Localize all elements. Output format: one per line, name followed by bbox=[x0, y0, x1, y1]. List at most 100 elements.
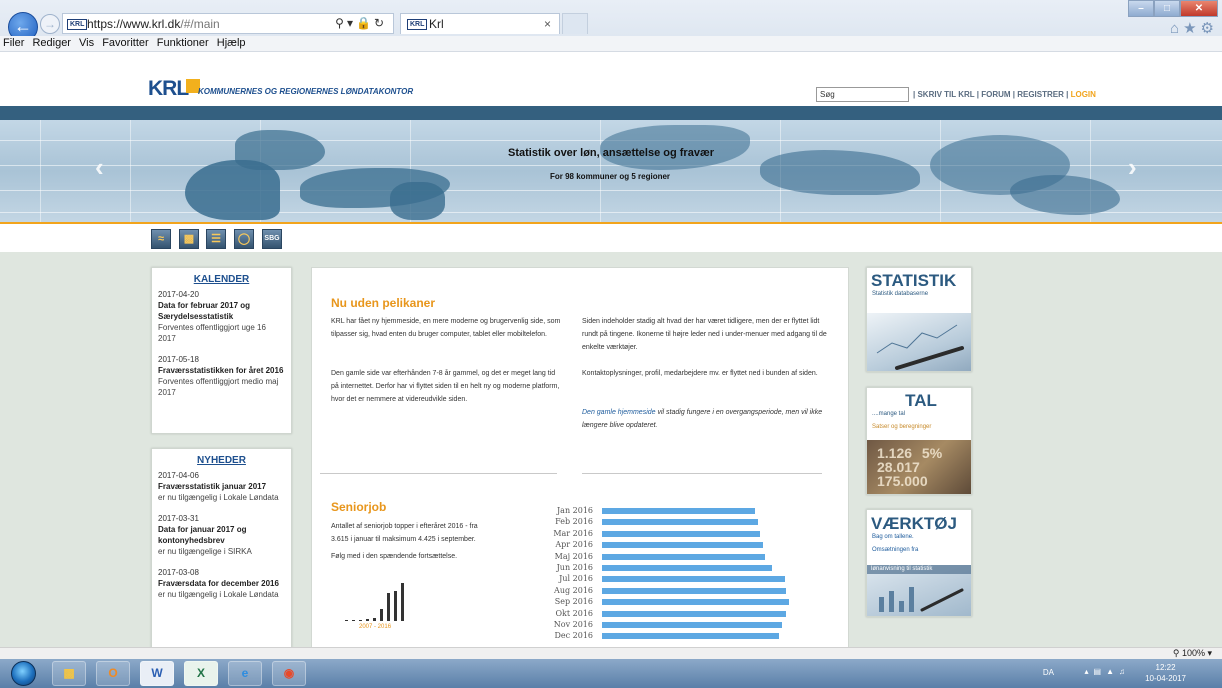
link-skriv-til-krl[interactable]: SKRIV TIL KRL bbox=[917, 90, 974, 99]
signal-icon[interactable]: ▲ bbox=[1106, 667, 1119, 676]
address-bar[interactable]: KRL https://www.krl.dk/#/main ⚲▾🔒↻ bbox=[62, 13, 394, 34]
network-icon[interactable]: ▤ bbox=[1094, 667, 1107, 676]
article-heading-nu-uden-pelikaner: Nu uden pelikaner bbox=[331, 296, 436, 310]
excel-icon[interactable]: X bbox=[184, 661, 218, 686]
volume-icon[interactable]: ♫ bbox=[1119, 667, 1130, 676]
maximize-button[interactable]: □ bbox=[1154, 0, 1180, 17]
zoom-level: 100% bbox=[1181, 648, 1205, 658]
menu-item-funktioner[interactable]: Funktioner bbox=[157, 36, 209, 51]
article2-paragraph: Følg med i den spændende fortsættelse. bbox=[331, 553, 458, 560]
panel-statistik[interactable]: STATISTIK Statistik databaserne bbox=[866, 267, 972, 372]
document-icon[interactable]: ☰ bbox=[206, 229, 226, 249]
star-icon[interactable]: ★ bbox=[1183, 20, 1200, 37]
hero-banner: ‹ › Statistik over løn, ansættelse og fr… bbox=[0, 120, 1222, 222]
site-logo[interactable]: KRL KOMMUNERNES OG REGIONERNES LØNDATAKO… bbox=[148, 77, 413, 101]
clock[interactable]: 12:22 10-04-2017 bbox=[1145, 662, 1186, 684]
banner-grid-line bbox=[40, 120, 41, 222]
chrome-icon[interactable]: ◉ bbox=[272, 661, 306, 686]
panel-tal-sub2: Satser og beregninger bbox=[872, 424, 932, 430]
chevron-left-icon[interactable]: ‹ bbox=[95, 152, 104, 183]
bar-chart-bar bbox=[602, 553, 765, 560]
internet-explorer-icon[interactable]: e bbox=[228, 661, 262, 686]
menu-item-favoritter[interactable]: Favoritter bbox=[102, 36, 148, 51]
kalender-box: KALENDER 2017-04-20 Data for februar 201… bbox=[151, 267, 292, 434]
kalender-heading[interactable]: KALENDER bbox=[152, 274, 291, 285]
panel-vaerktoj-sub2: Omsætningen fra bbox=[872, 547, 919, 553]
old-site-link[interactable]: Den gamle hjemmeside bbox=[582, 409, 656, 416]
bar-chart-bar bbox=[602, 508, 755, 514]
link-forum[interactable]: FORUM bbox=[981, 90, 1010, 99]
tab-krl[interactable]: KRL Krl × bbox=[400, 13, 560, 34]
close-window-button[interactable]: ✕ bbox=[1180, 0, 1218, 17]
bar-chart-bar bbox=[602, 633, 779, 640]
article2-paragraph: Antallet af seniorjob topper i efteråret… bbox=[331, 523, 478, 543]
chevron-right-icon[interactable]: › bbox=[1128, 152, 1137, 183]
nyheder-desc: er nu tilgængelige i SIRKA bbox=[158, 547, 252, 556]
bar-chart-category-label: Apr 2016 bbox=[555, 540, 593, 550]
article-heading-seniorjob: Seniorjob bbox=[331, 500, 387, 514]
bar-chart-category-label: Dec 2016 bbox=[554, 631, 593, 641]
banner-grid-line bbox=[130, 120, 131, 222]
bar-chart-category-label: Maj 2016 bbox=[554, 551, 593, 561]
panel-vaerktoj[interactable]: VÆRKTØJ Bag om tallene. Omsætningen fra … bbox=[866, 509, 972, 617]
tab-close-icon[interactable]: × bbox=[544, 17, 551, 31]
article1-paragraph: KRL har fået ny hjemmeside, en mere mode… bbox=[331, 318, 561, 338]
nyheder-date: 2017-03-31 bbox=[158, 514, 199, 523]
panel-vaerktoj-sub1: Bag om tallene. bbox=[872, 534, 914, 540]
nyheder-desc: er nu tilgængelig i Lokale Løndata bbox=[158, 590, 279, 599]
link-login[interactable]: LOGIN bbox=[1071, 90, 1096, 99]
file-explorer-icon[interactable]: ▩ bbox=[52, 661, 86, 686]
site-search-input[interactable]: Søg bbox=[816, 87, 909, 102]
menu-item-hjaelp[interactable]: Hjælp bbox=[217, 36, 246, 51]
browser-chrome: ← → KRL https://www.krl.dk/#/main ⚲▾🔒↻ K… bbox=[0, 0, 1222, 42]
new-tab-button[interactable] bbox=[562, 13, 588, 34]
forward-button[interactable]: → bbox=[40, 14, 60, 34]
kalender-desc: Forventes offentliggjort uge 16 2017 bbox=[158, 323, 266, 343]
mini-chart-bar bbox=[380, 609, 383, 621]
seniorjob-mini-chart[interactable]: 2007 - 2016 bbox=[335, 577, 415, 630]
list-item[interactable]: 2017-04-20 Data for februar 2017 og Særy… bbox=[152, 289, 291, 344]
lock-icon[interactable]: 🔒 bbox=[356, 16, 374, 30]
chevron-down-icon[interactable]: ▾ bbox=[347, 16, 356, 30]
banner-subtitle: For 98 kommuner og 5 regioner bbox=[550, 172, 671, 181]
mini-chart-bar bbox=[373, 618, 376, 621]
zoom-control[interactable]: ⚲ 100% ▾ bbox=[1173, 648, 1212, 659]
list-item[interactable]: 2017-04-06 Fraværsstatistik januar 2017 … bbox=[152, 470, 291, 503]
logo-subtitle: KOMMUNERNES OG REGIONERNES LØNDATAKONTOR bbox=[198, 87, 414, 96]
refresh-icon[interactable]: ↻ bbox=[374, 16, 387, 30]
language-indicator[interactable]: DA bbox=[1043, 668, 1054, 677]
panel-tal[interactable]: TAL ....mange tal Satser og beregninger … bbox=[866, 387, 972, 495]
menu-item-filer[interactable]: Filer bbox=[3, 36, 24, 51]
panel-statistik-sub: Statistik databaserne bbox=[872, 291, 929, 297]
mini-chart-bar bbox=[394, 591, 397, 621]
home-icon[interactable]: ⌂ bbox=[1170, 20, 1183, 37]
nyheder-desc: er nu tilgængelig i Lokale Løndata bbox=[158, 493, 279, 502]
tab-title: Krl bbox=[429, 17, 444, 31]
list-item[interactable]: 2017-03-31 Data for januar 2017 og konto… bbox=[152, 513, 291, 557]
user-circle-icon[interactable]: ◯ bbox=[234, 229, 254, 249]
bar-chart-bar bbox=[602, 530, 760, 537]
minimize-button[interactable]: – bbox=[1128, 0, 1154, 17]
link-registrer[interactable]: REGISTRER bbox=[1017, 90, 1064, 99]
bar-chart-category-label: Sep 2016 bbox=[554, 597, 593, 607]
word-icon[interactable]: W bbox=[140, 661, 174, 686]
bar-chart-bar bbox=[602, 599, 789, 606]
statistics-chart-icon[interactable]: ≈ bbox=[151, 229, 171, 249]
outlook-icon[interactable]: O bbox=[96, 661, 130, 686]
nyheder-heading[interactable]: NYHEDER bbox=[152, 455, 291, 466]
list-item[interactable]: 2017-03-08 Fraværsdata for december 2016… bbox=[152, 567, 291, 600]
chevron-up-icon[interactable]: ▴ bbox=[1085, 667, 1094, 676]
menu-item-rediger[interactable]: Rediger bbox=[32, 36, 71, 51]
sbg-icon[interactable]: SBG bbox=[262, 229, 282, 249]
bar-chart-icon[interactable]: ▩ bbox=[179, 229, 199, 249]
search-icon[interactable]: ⚲ bbox=[335, 16, 347, 30]
address-path: /#/main bbox=[180, 17, 220, 31]
article1-paragraph: Den gamle hjemmeside vil stadig fungere … bbox=[582, 406, 832, 432]
bar-chart-bar bbox=[602, 519, 758, 526]
start-button[interactable] bbox=[11, 661, 36, 686]
menu-item-vis[interactable]: Vis bbox=[79, 36, 94, 51]
gear-icon[interactable]: ⚙ bbox=[1201, 20, 1218, 37]
list-item[interactable]: 2017-05-18 Fraværsstatistikken for året … bbox=[152, 354, 291, 398]
nyheder-title: Fraværsdata for december 2016 bbox=[158, 579, 279, 588]
address-url[interactable]: https://www.krl.dk/#/main bbox=[87, 17, 220, 31]
